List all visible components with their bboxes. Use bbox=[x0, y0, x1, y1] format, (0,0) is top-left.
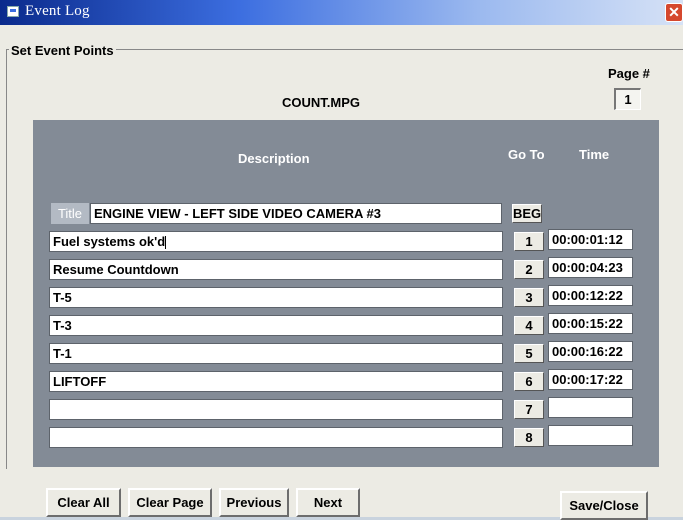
event-description-field[interactable]: T-5 bbox=[49, 287, 503, 308]
event-time-field[interactable] bbox=[548, 425, 633, 446]
event-description-field[interactable]: Fuel systems ok'd bbox=[49, 231, 503, 252]
clear-all-button[interactable]: Clear All bbox=[46, 488, 121, 517]
goto-button[interactable]: 5 bbox=[514, 344, 544, 363]
close-icon[interactable]: ✕ bbox=[665, 3, 683, 22]
goto-button[interactable]: 4 bbox=[514, 316, 544, 335]
clear-page-button[interactable]: Clear Page bbox=[128, 488, 212, 517]
goto-button[interactable]: 2 bbox=[514, 260, 544, 279]
previous-button[interactable]: Previous bbox=[219, 488, 289, 517]
event-description-field[interactable]: Resume Countdown bbox=[49, 259, 503, 280]
event-time-field[interactable]: 00:00:12:22 bbox=[548, 285, 633, 306]
goto-button[interactable]: 3 bbox=[514, 288, 544, 307]
goto-button[interactable]: 6 bbox=[514, 372, 544, 391]
event-description-field[interactable]: T-3 bbox=[49, 315, 503, 336]
event-time-field[interactable] bbox=[548, 397, 633, 418]
event-description-field[interactable] bbox=[49, 399, 503, 420]
description-header: Description bbox=[238, 151, 310, 166]
event-time-field[interactable]: 00:00:15:22 bbox=[548, 313, 633, 334]
event-time-field[interactable]: 00:00:17:22 bbox=[548, 369, 633, 390]
title-chip: Title bbox=[51, 203, 89, 224]
event-description-field[interactable]: T-1 bbox=[49, 343, 503, 364]
event-time-field[interactable]: 00:00:16:22 bbox=[548, 341, 633, 362]
event-log-dialog: Set Event Points Page # 1 COUNT.MPG Desc… bbox=[0, 25, 683, 520]
filename-label: COUNT.MPG bbox=[282, 95, 360, 110]
goto-header: Go To bbox=[508, 147, 545, 162]
page-number-field[interactable]: 1 bbox=[614, 88, 641, 110]
window-title: Event Log bbox=[25, 3, 90, 19]
goto-button[interactable]: 8 bbox=[514, 428, 544, 447]
title-field[interactable]: ENGINE VIEW - LEFT SIDE VIDEO CAMERA #3 bbox=[90, 203, 502, 224]
text-cursor bbox=[165, 236, 167, 250]
save-close-button[interactable]: Save/Close bbox=[560, 491, 648, 520]
time-header: Time bbox=[579, 147, 610, 162]
page-label: Page # bbox=[608, 66, 650, 81]
goto-beg-button[interactable]: BEG bbox=[512, 204, 542, 223]
goto-button[interactable]: 1 bbox=[514, 232, 544, 251]
event-description-field[interactable] bbox=[49, 427, 503, 448]
window-titlebar[interactable]: Event Log ✕ bbox=[0, 0, 683, 25]
event-time-field[interactable]: 00:00:04:23 bbox=[548, 257, 633, 278]
goto-button[interactable]: 7 bbox=[514, 400, 544, 419]
group-label: Set Event Points bbox=[9, 43, 116, 58]
next-button[interactable]: Next bbox=[296, 488, 360, 517]
app-icon bbox=[7, 6, 19, 17]
event-time-field[interactable]: 00:00:01:12 bbox=[548, 229, 633, 250]
event-description-field[interactable]: LIFTOFF bbox=[49, 371, 503, 392]
